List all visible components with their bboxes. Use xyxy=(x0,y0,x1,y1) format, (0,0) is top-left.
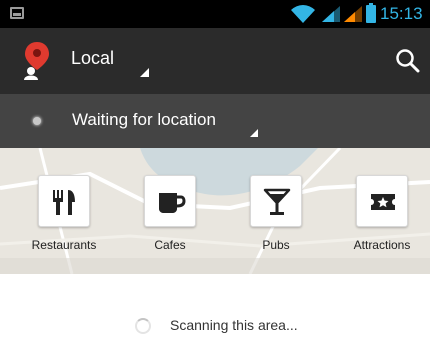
category-pubs[interactable]: Pubs xyxy=(231,170,321,270)
action-bar: Local xyxy=(0,28,430,94)
category-tile xyxy=(144,175,196,227)
category-restaurants[interactable]: Restaurants xyxy=(19,170,109,270)
category-label: Attractions xyxy=(353,238,411,252)
battery-icon xyxy=(366,3,376,23)
map-pin-icon xyxy=(24,42,49,80)
coffee-cup-icon xyxy=(159,193,186,213)
category-label: Restaurants xyxy=(31,238,97,252)
category-attractions[interactable]: Attractions xyxy=(337,170,427,270)
search-icon[interactable] xyxy=(394,48,420,74)
results-area: Scanning this area... xyxy=(0,274,430,338)
signal-icon xyxy=(322,6,340,22)
category-label: Cafes xyxy=(154,238,186,252)
wifi-icon xyxy=(291,5,315,23)
loading-spinner-icon xyxy=(135,318,151,334)
fork-knife-icon xyxy=(53,190,75,215)
category-tile xyxy=(356,175,408,227)
dropdown-triangle-icon xyxy=(140,68,149,77)
dropdown-triangle-icon xyxy=(250,129,258,137)
location-dot-icon xyxy=(33,117,41,125)
scanning-status-text: Scanning this area... xyxy=(170,317,298,333)
category-tile xyxy=(250,175,302,227)
map-background: Restaurants Cafes Pubs Attractions xyxy=(0,148,430,274)
category-cafes[interactable]: Cafes xyxy=(125,170,215,270)
gallery-icon xyxy=(10,7,24,19)
cocktail-glass-icon xyxy=(263,188,291,215)
location-status-text: Waiting for location xyxy=(72,110,216,129)
category-label: Pubs xyxy=(262,238,290,252)
ticket-star-icon xyxy=(371,194,395,210)
status-bar: 15:13 xyxy=(0,0,430,28)
signal-icon xyxy=(344,6,362,22)
app-title: Local xyxy=(71,48,115,68)
category-tile xyxy=(38,175,90,227)
location-bar[interactable]: Waiting for location xyxy=(0,94,430,148)
status-time: 15:13 xyxy=(380,4,423,23)
